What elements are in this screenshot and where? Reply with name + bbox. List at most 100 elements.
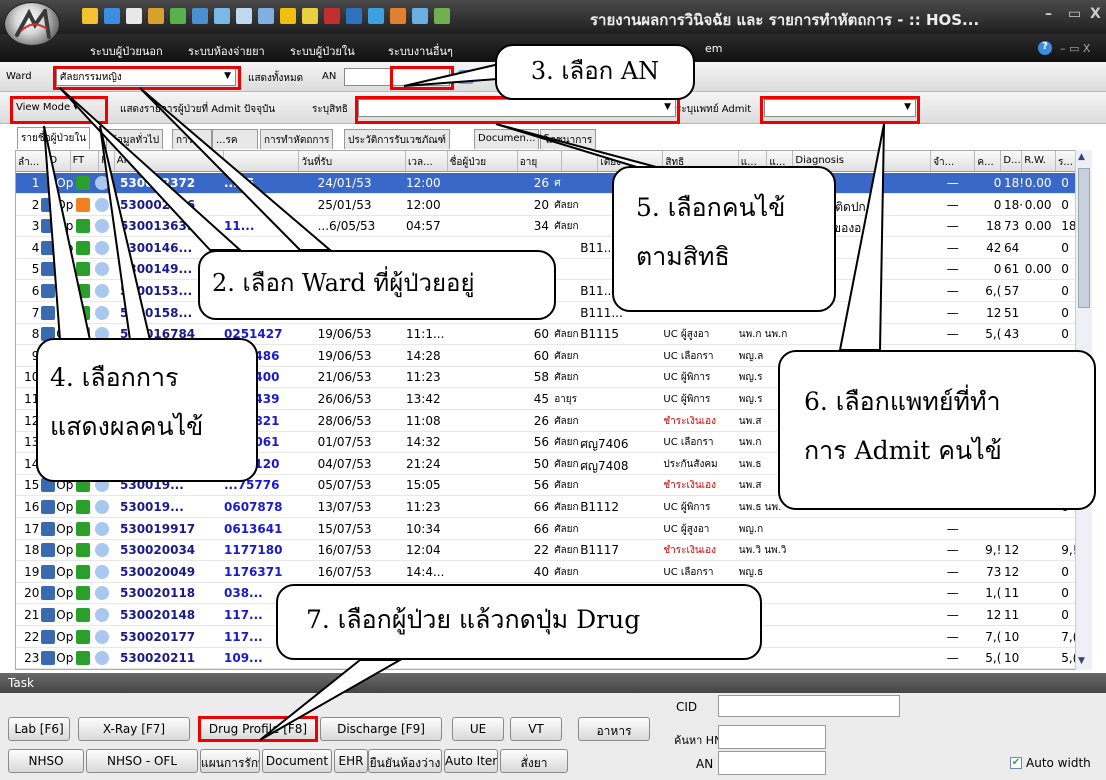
info-icon[interactable] xyxy=(95,543,110,558)
quick-access-icon[interactable] xyxy=(192,8,208,24)
info-icon[interactable] xyxy=(95,219,110,234)
task-button[interactable]: Lab [F6] xyxy=(8,717,70,741)
play-status-icon[interactable] xyxy=(75,219,90,234)
tab-diagnosis[interactable]: ...รค xyxy=(212,129,258,149)
tab-documents[interactable]: Documen... xyxy=(474,129,540,149)
quick-access-icon[interactable] xyxy=(346,8,362,24)
tab-inpatient-list[interactable]: รายชื่อผู้ป่วยใน xyxy=(17,127,91,149)
play-status-icon[interactable] xyxy=(75,284,90,298)
info-icon[interactable] xyxy=(95,629,110,644)
doctor-select[interactable]: ▼ xyxy=(764,99,916,117)
quick-access-icon[interactable] xyxy=(126,8,142,24)
close-button[interactable]: X xyxy=(1090,6,1101,22)
info-icon[interactable] xyxy=(95,500,110,514)
play-status-icon[interactable] xyxy=(75,500,90,514)
scroll-up-icon[interactable]: ▲ xyxy=(1078,152,1090,164)
task-button[interactable]: Drug Profile [F8] xyxy=(198,717,318,741)
column-header[interactable]: R.W. xyxy=(1022,151,1056,172)
quick-access-icon[interactable] xyxy=(258,8,274,24)
quick-access-icon[interactable] xyxy=(390,8,406,24)
task-button[interactable]: X-Ray [F7] xyxy=(78,717,190,741)
quick-access-icon[interactable] xyxy=(104,8,120,24)
show-current-admit-checkbox[interactable]: แสดงรายการผู้ป่วยที่ Admit ปัจจุบัน xyxy=(120,102,275,117)
scroll-thumb[interactable] xyxy=(1078,168,1090,308)
task-button[interactable]: สั่งยา xyxy=(500,749,568,773)
task-button[interactable]: EHR xyxy=(334,749,368,773)
info-icon[interactable] xyxy=(95,240,110,255)
task-button[interactable]: อาหาร xyxy=(578,717,650,741)
table-row[interactable]: 19 Op 530020049 1176371 16/07/53 14:4... 40 ศัล… xyxy=(16,562,1089,583)
info-icon[interactable] xyxy=(95,651,110,666)
play-status-icon[interactable] xyxy=(75,262,90,277)
hn-search-input[interactable] xyxy=(718,725,826,749)
table-row[interactable]: 3Op53001363911......6/05/5304:5734ศัลยกก… xyxy=(16,216,1089,238)
view-mode-dropdown[interactable]: View Mode ▾ xyxy=(16,102,78,113)
info-icon[interactable] xyxy=(95,284,110,298)
table-row[interactable]: 17 Op 530019917 0613641 15/07/53 10:34 66 ศัลยก… xyxy=(16,519,1089,540)
an-search-input[interactable] xyxy=(718,751,826,775)
menu-item-inpatient[interactable]: ระบบผู้ป่วยใน xyxy=(290,42,355,60)
column-header[interactable]: เวล... xyxy=(406,151,448,172)
quick-access-icon[interactable] xyxy=(148,8,164,24)
column-header[interactable]: AN xyxy=(114,151,224,172)
play-status-icon[interactable] xyxy=(75,629,90,644)
tab-3[interactable]: การ... xyxy=(172,129,212,149)
table-row[interactable]: 1Op530002372...8524/01/5312:0026ศCellu—0… xyxy=(16,173,1089,194)
task-button[interactable]: NHSO xyxy=(8,749,84,773)
tab-nutrition[interactable]: โภชนาการ xyxy=(540,129,597,149)
quick-access-icon[interactable] xyxy=(82,8,98,24)
quick-access-icon[interactable] xyxy=(236,8,252,24)
show-all-checkbox[interactable]: แสดงทั้งหมด xyxy=(248,71,303,86)
task-button[interactable]: ยืนยันห้องว่าง xyxy=(368,749,442,773)
task-button[interactable]: UE xyxy=(452,717,504,741)
help-icon[interactable]: ? xyxy=(1038,41,1052,55)
quick-access-icon[interactable] xyxy=(324,8,340,24)
mdi-controls[interactable]: – ▭ X xyxy=(1060,42,1090,55)
quick-access-icon[interactable] xyxy=(434,8,450,24)
play-status-icon[interactable] xyxy=(75,608,90,622)
column-header[interactable]: จำ... xyxy=(931,151,976,172)
maximize-button[interactable]: ▭ xyxy=(1068,6,1081,22)
info-icon[interactable] xyxy=(95,176,110,190)
tab-procedures[interactable]: การทำหัตถการ xyxy=(260,129,334,149)
column-header[interactable]: O xyxy=(47,151,71,172)
search-icon[interactable] xyxy=(458,70,474,84)
close-status-icon[interactable] xyxy=(75,197,90,212)
table-row[interactable]: 18 Op 530020034 1177180 16/07/53 12:04 22 ศัลยก… xyxy=(16,540,1089,562)
menu-item-pharmacy[interactable]: ระบบห้องจ่ายยา xyxy=(188,42,265,60)
menu-item-other[interactable]: ระบบงานอื่นๆ xyxy=(388,42,453,60)
an-select[interactable] xyxy=(344,68,450,86)
play-status-icon[interactable] xyxy=(75,586,90,601)
column-header[interactable]: FT xyxy=(70,151,100,172)
quick-access-icon[interactable] xyxy=(280,8,296,24)
tab-general-info[interactable]: ข้อมูลทั่วไป xyxy=(106,129,164,149)
task-button[interactable]: Document xyxy=(262,749,332,773)
minimize-button[interactable]: – xyxy=(1045,6,1052,22)
rights-select[interactable]: ▼ xyxy=(358,99,676,117)
play-status-icon[interactable] xyxy=(75,543,90,558)
menu-item-em[interactable]: em xyxy=(705,42,722,55)
info-icon[interactable] xyxy=(95,305,110,320)
info-icon[interactable] xyxy=(95,262,110,277)
column-header[interactable] xyxy=(224,151,300,172)
column-header[interactable]: D... xyxy=(1001,151,1023,172)
play-status-icon[interactable] xyxy=(75,521,90,536)
info-icon[interactable] xyxy=(95,521,110,536)
info-icon[interactable] xyxy=(95,564,110,579)
play-status-icon[interactable] xyxy=(75,564,90,579)
app-logo-icon[interactable] xyxy=(4,2,60,46)
quick-access-icon[interactable] xyxy=(368,8,384,24)
column-header[interactable]: ชื่อผู้ป่วย xyxy=(447,151,518,172)
play-status-icon[interactable] xyxy=(75,240,90,255)
column-header[interactable]: ค... xyxy=(975,151,1002,172)
ward-select[interactable]: ศัลยกรรมหญิง ▼ xyxy=(56,68,236,86)
play-status-icon[interactable] xyxy=(75,176,90,190)
task-button[interactable]: Discharge [F9] xyxy=(320,717,442,741)
quick-access-icon[interactable] xyxy=(170,8,186,24)
table-row[interactable]: 2Op53000252625/01/5312:0020ศัลยก- กล้ ..… xyxy=(16,195,1089,216)
auto-width-checkbox[interactable]: ✔ xyxy=(1010,757,1022,769)
task-button[interactable]: แผนการรักษา xyxy=(200,749,260,773)
scroll-down-icon[interactable]: ▼ xyxy=(1078,656,1090,668)
quick-access-icon[interactable] xyxy=(412,8,428,24)
info-icon[interactable] xyxy=(95,197,110,212)
